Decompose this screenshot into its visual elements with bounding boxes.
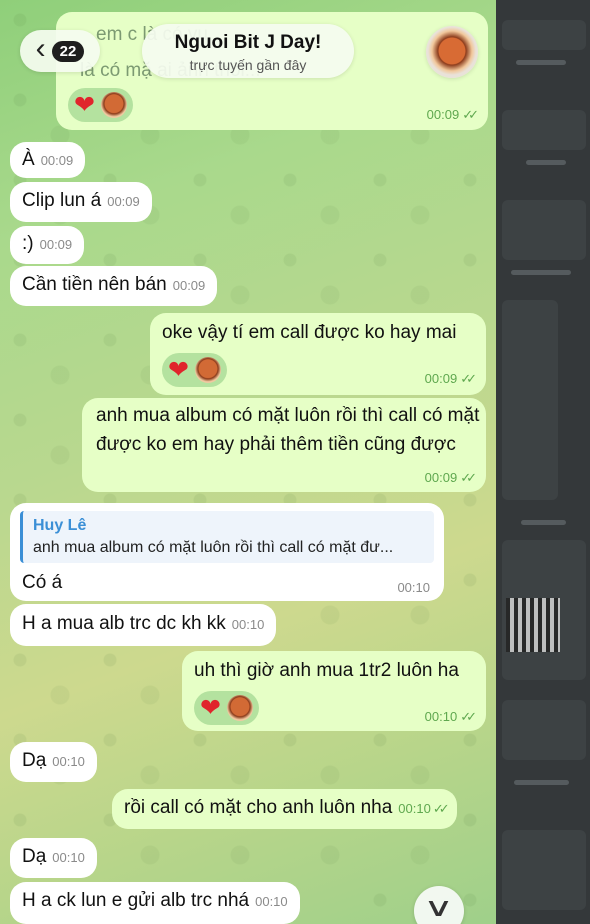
message-time: 00:10: [52, 754, 85, 769]
message-time: 00:10: [231, 617, 265, 632]
message-incoming[interactable]: Dạ 00:10: [10, 838, 97, 878]
read-check-icon: ✓✓: [460, 470, 477, 485]
chevron-down-icon: ∨: [423, 892, 455, 922]
message-text: :): [22, 233, 34, 254]
message-time: 00:09: [172, 278, 206, 293]
heart-reaction-icon: ❤: [74, 90, 95, 119]
message-text: À: [22, 149, 35, 170]
chevron-left-icon: ‹: [35, 32, 46, 65]
scroll-down-button[interactable]: ∨: [414, 886, 464, 924]
message-text: anh mua album có mặt luôn rồi thì call c…: [96, 405, 485, 455]
read-check-icon: ✓✓: [432, 801, 450, 816]
message-incoming[interactable]: Cần tiền nên bán 00:09: [10, 266, 218, 306]
read-check-icon: ✓✓: [460, 709, 477, 724]
heart-reaction-icon: ❤: [200, 693, 221, 722]
message-incoming[interactable]: :) 00:09: [10, 226, 85, 264]
message-time: 00:10: [398, 801, 431, 816]
read-check-icon: ✓✓: [462, 107, 479, 122]
message-incoming[interactable]: À 00:09: [10, 142, 86, 178]
message-text: oke vậy tí em call được ko hay mai: [162, 322, 457, 343]
background-app-panel: [496, 0, 590, 924]
reply-quote[interactable]: Huy Lê anh mua album có mặt luôn rồi thì…: [20, 511, 434, 563]
chat-title[interactable]: Nguoi Bit J Day! trực tuyến gần đây: [142, 24, 354, 78]
read-check-icon: ✓✓: [460, 371, 477, 386]
reply-author: Huy Lê: [33, 517, 87, 534]
message-time: 00:09: [39, 237, 73, 252]
message-text: uh thì giờ anh mua 1tr2 luôn ha: [194, 660, 459, 681]
qr-code-image: [506, 598, 560, 652]
message-incoming[interactable]: Dạ 00:10: [10, 742, 97, 782]
message-time: 00:10: [255, 894, 288, 909]
message-time: 00:09: [107, 194, 140, 209]
chat-area: em c là có vu là có mặ ai ảnh thôi... ❤ …: [0, 0, 496, 924]
chat-name: Nguoi Bit J Day!: [174, 32, 322, 53]
message-time: 00:10: [397, 580, 430, 595]
message-text: Dạ: [22, 750, 47, 771]
message-text: rồi call có mặt cho anh luôn nha: [124, 797, 393, 818]
reactor-avatar: [194, 357, 221, 383]
message-incoming[interactable]: H a mua alb trc dc kh kk 00:10: [10, 604, 277, 646]
reaction-bar[interactable]: ❤: [162, 353, 227, 387]
message-outgoing[interactable]: rồi call có mặt cho anh luôn nha 00:10 ✓✓: [112, 789, 457, 829]
message-outgoing[interactable]: anh mua album có mặt luôn rồi thì call c…: [82, 398, 486, 492]
message-time: 00:09: [426, 107, 460, 122]
message-incoming[interactable]: H a ck lun e gửi alb trc nhá 00:10: [10, 882, 300, 924]
chat-status: trực tuyến gần đây: [189, 57, 307, 73]
message-text: Clip lun á: [22, 190, 102, 211]
reactor-avatar: [100, 92, 127, 118]
back-button[interactable]: ‹ 22: [20, 30, 100, 72]
message-outgoing[interactable]: oke vậy tí em call được ko hay mai ❤ 00:…: [150, 313, 486, 395]
message-text: Cần tiền nên bán: [22, 274, 167, 295]
message-text: H a mua alb trc dc kh kk: [22, 613, 226, 634]
message-incoming[interactable]: Clip lun á 00:09: [10, 182, 152, 222]
message-text: Dạ: [22, 846, 47, 867]
message-time: 00:09: [424, 470, 458, 485]
unread-count-badge: 22: [51, 40, 85, 62]
message-text: H a ck lun e gửi alb trc nhá: [22, 890, 250, 911]
message-incoming-reply[interactable]: Huy Lê anh mua album có mặt luôn rồi thì…: [10, 503, 444, 601]
chat-avatar[interactable]: [426, 26, 478, 78]
message-time: 00:10: [52, 850, 85, 865]
reaction-bar[interactable]: ❤: [68, 88, 133, 122]
message-time: 00:09: [40, 153, 74, 168]
message-text: Có á: [22, 572, 63, 593]
message-outgoing[interactable]: uh thì giờ anh mua 1tr2 luôn ha ❤ 00:10 ✓…: [182, 651, 486, 731]
message-time: 00:09: [424, 371, 458, 386]
reaction-bar[interactable]: ❤: [194, 691, 259, 725]
heart-reaction-icon: ❤: [168, 355, 189, 384]
reply-snippet: anh mua album có mặt luôn rồi thì call c…: [33, 539, 394, 556]
message-time: 00:10: [424, 709, 458, 724]
reactor-avatar: [226, 695, 253, 721]
